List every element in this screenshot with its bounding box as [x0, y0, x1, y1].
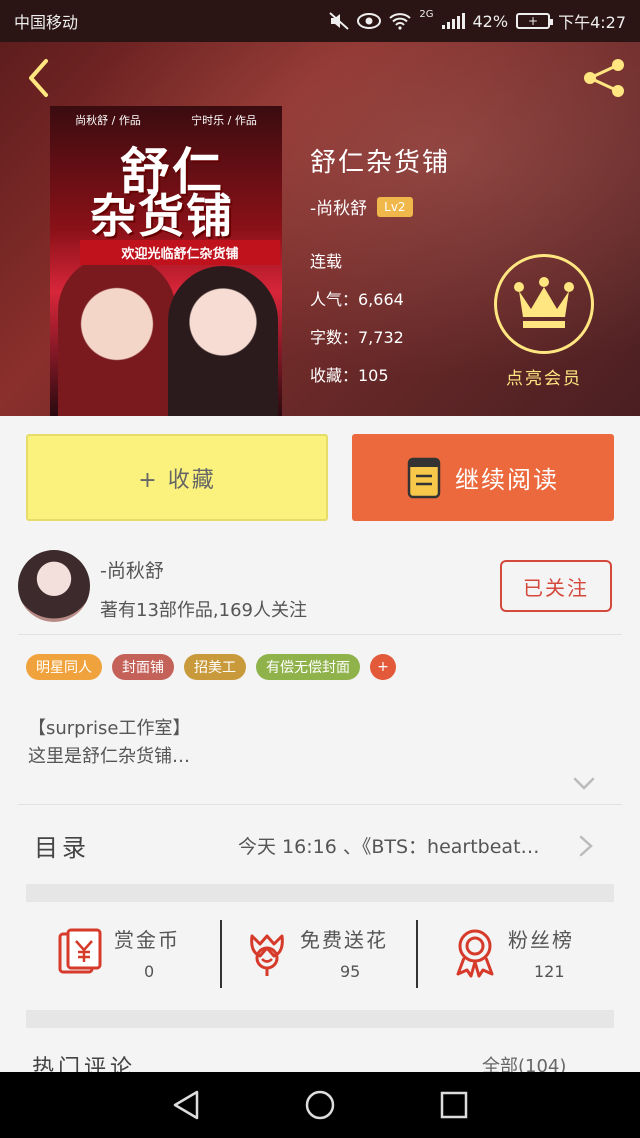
- recents-square-icon[interactable]: [439, 1090, 469, 1120]
- tag-item[interactable]: 有偿无偿封面: [256, 654, 360, 680]
- section-separator: [26, 884, 614, 902]
- free-flower-label: 免费送花: [300, 928, 388, 952]
- book-cover[interactable]: 尚秋舒 / 作品 宁时乐 / 作品 舒仁 杂货铺 欢迎光临舒仁杂货铺: [50, 106, 282, 416]
- share-button[interactable]: [580, 56, 630, 100]
- author-name[interactable]: -尚秋舒: [100, 556, 164, 583]
- section-separator: [26, 1010, 614, 1028]
- reward-coins-stat[interactable]: 赏金币 0: [56, 920, 246, 990]
- intro-line-2: 这里是舒仁杂货铺…: [28, 746, 190, 767]
- book-title: 舒仁杂货铺: [310, 148, 451, 178]
- clock: 下午4:27: [558, 13, 626, 32]
- carrier-label: 中国移动: [14, 13, 79, 32]
- header-author[interactable]: -尚秋舒 Lv2: [310, 194, 413, 219]
- back-triangle-icon[interactable]: [171, 1089, 201, 1121]
- vip-button[interactable]: 点亮会员: [494, 254, 594, 389]
- expand-intro-button[interactable]: [572, 776, 596, 796]
- mute-icon: [329, 12, 350, 30]
- crown-icon: [514, 277, 574, 328]
- level-badge: Lv2: [377, 196, 413, 217]
- home-circle-icon[interactable]: [304, 1089, 336, 1121]
- tag-item[interactable]: 封面铺: [112, 654, 174, 680]
- fan-ranking-stat[interactable]: 粉丝榜 121: [450, 920, 640, 990]
- back-chevron-icon: [29, 59, 48, 97]
- wifi-icon: [389, 13, 412, 30]
- tag-list: 明星同人 封面铺 招美工 有偿无偿封面 +: [26, 654, 396, 680]
- word-count-stat: 字数：7,732: [310, 328, 404, 347]
- flower-icon: [250, 934, 284, 976]
- author-description: 著有13部作品,169人关注: [100, 600, 307, 621]
- serial-status: 连载: [310, 252, 343, 271]
- cover-author-right: 宁时乐 / 作品: [191, 114, 257, 127]
- intro-line-1: 【surprise工作室】: [28, 718, 191, 739]
- red-envelope-yuan-icon: [58, 928, 102, 974]
- divider: [18, 804, 622, 805]
- reward-coins-label: 赏金币: [114, 928, 180, 952]
- header-author-name: -尚秋舒: [310, 199, 368, 219]
- battery-percent: 42%: [472, 11, 509, 31]
- tag-item[interactable]: 招美工: [184, 654, 246, 680]
- collect-button[interactable]: + 收藏: [26, 434, 328, 521]
- fan-ranking-value: 121: [534, 962, 565, 981]
- divider: [18, 634, 622, 635]
- favorites-stat: 收藏：105: [310, 366, 389, 385]
- signal-icon: [441, 13, 465, 29]
- cover-figure-left: [58, 256, 176, 416]
- share-icon: [584, 59, 624, 97]
- award-ribbon-icon: [456, 929, 494, 978]
- back-button[interactable]: [18, 56, 58, 100]
- catalog-label: 目录: [34, 834, 90, 862]
- battery-icon: +: [516, 13, 554, 29]
- free-flower-stat[interactable]: 免费送花 95: [242, 920, 432, 990]
- cover-authors: 尚秋舒 / 作品 宁时乐 / 作品: [50, 112, 282, 128]
- chevron-down-icon: [573, 777, 595, 790]
- vip-label: 点亮会员: [506, 369, 582, 389]
- fan-ranking-label: 粉丝榜: [508, 928, 574, 952]
- cover-subtitle: 欢迎光临舒仁杂货铺: [80, 240, 280, 265]
- latest-chapter: 今天 16:16 、《BTS：heartbeat…: [238, 836, 540, 858]
- add-tag-button[interactable]: +: [370, 654, 396, 680]
- continue-reading-label: 继续阅读: [455, 466, 559, 494]
- eye-icon: [357, 13, 382, 29]
- book-icon: [407, 457, 441, 498]
- status-icons: 2G 42% + 下午4:27: [329, 9, 626, 33]
- vip-ring: [494, 254, 594, 354]
- book-header: 尚秋舒 / 作品 宁时乐 / 作品 舒仁 杂货铺 欢迎光临舒仁杂货铺 舒仁杂货铺…: [0, 42, 640, 416]
- status-bar: 中国移动 2G 42% + 下午4:27: [0, 0, 640, 42]
- cover-figure-right: [168, 266, 278, 416]
- network-label: 2G: [419, 9, 434, 20]
- popularity-stat: 人气：6,664: [310, 290, 404, 309]
- tag-item[interactable]: 明星同人: [26, 654, 102, 680]
- continue-reading-button[interactable]: 继续阅读: [352, 434, 614, 521]
- chevron-right-icon: [579, 835, 593, 857]
- cover-title-line2: 杂货铺: [90, 189, 234, 243]
- follow-button[interactable]: 已关注: [500, 560, 612, 612]
- cover-author-left: 尚秋舒 / 作品: [75, 114, 141, 127]
- stat-separator: [416, 920, 418, 988]
- navigation-bar: [0, 1072, 640, 1138]
- stat-separator: [220, 920, 222, 988]
- author-avatar[interactable]: [18, 550, 90, 622]
